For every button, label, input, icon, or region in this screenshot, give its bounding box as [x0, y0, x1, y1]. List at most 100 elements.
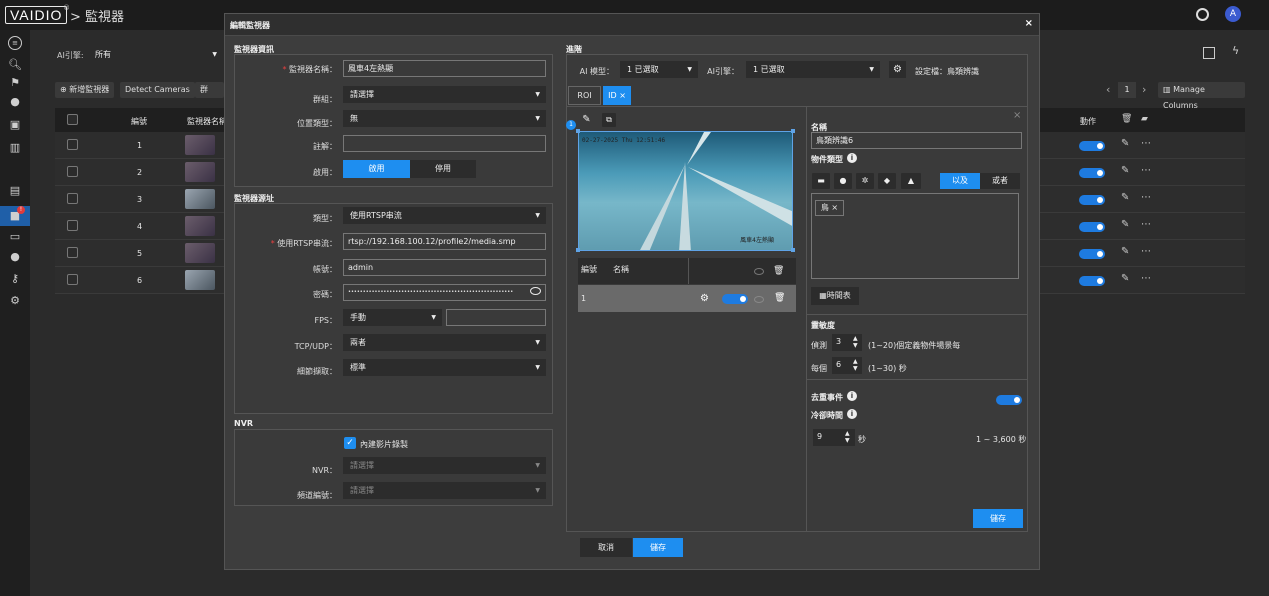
- key-icon[interactable]: ⚷: [4, 271, 26, 287]
- roi-row-toggle[interactable]: [722, 294, 748, 304]
- enable-off-button[interactable]: 停用: [410, 160, 476, 178]
- folder-header-icon[interactable]: ▰: [1141, 114, 1148, 124]
- person-icon[interactable]: ●: [834, 173, 852, 189]
- camera-thumbnail[interactable]: [185, 162, 215, 182]
- detail-name-input[interactable]: 鳥類辨識6: [811, 132, 1022, 149]
- bell-icon[interactable]: ●: [4, 94, 26, 110]
- tab-id[interactable]: ID ×: [603, 86, 631, 105]
- detect-cameras-button[interactable]: Detect Cameras: [120, 82, 195, 98]
- roi-handle-br[interactable]: [791, 248, 795, 252]
- manage-columns-button[interactable]: ▥ Manage Columns: [1158, 82, 1245, 110]
- users-icon[interactable]: ●: [4, 249, 26, 265]
- object-tag-bird[interactable]: 鳥 ×: [815, 200, 844, 216]
- edit-pencil-icon[interactable]: ✎: [1121, 273, 1129, 284]
- flame-icon[interactable]: ◆: [878, 173, 896, 189]
- lightning-icon[interactable]: ϟ: [1232, 44, 1239, 57]
- warning-icon[interactable]: ▲: [901, 173, 921, 189]
- camera-thumbnail[interactable]: [185, 216, 215, 236]
- tcp-udp-select[interactable]: 兩者 ▼: [343, 334, 546, 351]
- location-type-select[interactable]: 無 ▼: [343, 110, 546, 127]
- ai-model-select[interactable]: 1 已選取 ▼: [620, 61, 698, 78]
- camera-enable-toggle[interactable]: [1079, 168, 1105, 178]
- row-checkbox[interactable]: [67, 139, 78, 150]
- pencil-icon[interactable]: ✎: [580, 113, 593, 126]
- and-button[interactable]: 以及: [940, 173, 980, 189]
- schedule-button[interactable]: ▦時間表: [811, 287, 859, 305]
- edit-pencil-icon[interactable]: ✎: [1121, 138, 1129, 149]
- camera-preview-image[interactable]: 02-27-2025 Thu 12:51:46 風車4左熱顯: [578, 131, 793, 251]
- dedup-toggle[interactable]: [996, 395, 1022, 405]
- camera-enable-toggle[interactable]: [1079, 195, 1105, 205]
- roi-row-eye-icon[interactable]: [754, 296, 764, 303]
- more-options-icon[interactable]: ⋯: [1141, 273, 1151, 284]
- every-stepper-icon[interactable]: ▲ ▼: [853, 358, 858, 372]
- dedup-info-icon[interactable]: i: [847, 391, 857, 401]
- cooldown-stepper-icon[interactable]: ▲ ▼: [845, 430, 850, 444]
- detail-save-button[interactable]: 儲存: [973, 509, 1023, 528]
- edit-pencil-icon[interactable]: ✎: [1121, 246, 1129, 257]
- row-checkbox[interactable]: [67, 220, 78, 231]
- prev-page-icon[interactable]: ‹: [1106, 83, 1110, 96]
- row-checkbox[interactable]: [67, 193, 78, 204]
- copy-icon[interactable]: ⧉: [602, 113, 616, 127]
- camera-thumbnail[interactable]: [185, 270, 215, 290]
- detect-stepper-icon[interactable]: ▲ ▼: [853, 335, 858, 349]
- paw-icon[interactable]: ✲: [856, 173, 874, 189]
- tab-close-icon[interactable]: ×: [619, 91, 626, 100]
- page-number[interactable]: 1: [1118, 82, 1136, 98]
- engine-filter-select[interactable]: 所有 ▼: [88, 46, 223, 63]
- select-all-checkbox[interactable]: [67, 114, 78, 125]
- nvr-select[interactable]: 請選擇 ▼: [343, 457, 546, 474]
- save-button[interactable]: 儲存: [633, 538, 683, 557]
- add-camera-button[interactable]: ⊕ 新增監視器: [55, 82, 115, 98]
- group-select[interactable]: 請選擇 ▼: [343, 86, 546, 103]
- edit-pencil-icon[interactable]: ✎: [1121, 165, 1129, 176]
- face-scan-icon[interactable]: ▣: [4, 117, 26, 133]
- visibility-eye-icon[interactable]: [754, 268, 764, 275]
- account-input[interactable]: admin: [343, 259, 546, 276]
- object-type-info-icon[interactable]: i: [847, 153, 857, 163]
- export-icon[interactable]: [1203, 47, 1215, 59]
- row-checkbox[interactable]: [67, 166, 78, 177]
- ai-engine-select[interactable]: 1 已選取 ▼: [746, 61, 880, 78]
- document-icon[interactable]: ▤: [4, 183, 26, 199]
- trash-header-icon[interactable]: 🗑︎: [1121, 114, 1132, 124]
- camera-icon[interactable]: ■: [0, 206, 30, 226]
- detail-capture-select[interactable]: 標準 ▼: [343, 359, 546, 376]
- camera-thumbnail[interactable]: [185, 243, 215, 263]
- more-options-icon[interactable]: ⋯: [1141, 165, 1151, 176]
- camera-thumbnail[interactable]: [185, 189, 215, 209]
- cancel-button[interactable]: 取消: [580, 538, 632, 557]
- close-icon[interactable]: ×: [1025, 18, 1033, 29]
- more-options-icon[interactable]: ⋯: [1141, 138, 1151, 149]
- more-options-icon[interactable]: ⋯: [1141, 246, 1151, 257]
- roi-handle-tl[interactable]: [576, 129, 580, 133]
- trash-all-icon[interactable]: 🗑︎: [773, 266, 784, 276]
- group-button[interactable]: 群: [195, 82, 224, 98]
- edit-pencil-icon[interactable]: ✎: [1121, 192, 1129, 203]
- tab-roi[interactable]: ROI: [568, 86, 601, 105]
- row-checkbox[interactable]: [67, 247, 78, 258]
- camera-enable-toggle[interactable]: [1079, 249, 1105, 259]
- chart-icon[interactable]: ▥: [4, 140, 26, 156]
- vaidio-logo[interactable]: VAIDIO: [5, 6, 68, 24]
- more-options-icon[interactable]: ⋯: [1141, 219, 1151, 230]
- settings-gears-icon[interactable]: ⚙: [4, 293, 26, 309]
- channel-number-select[interactable]: 請選擇 ▼: [343, 482, 546, 499]
- note-input[interactable]: [343, 135, 546, 152]
- show-password-eye-icon[interactable]: [530, 287, 541, 295]
- user-avatar[interactable]: A: [1225, 6, 1241, 22]
- badge-icon[interactable]: ▭: [4, 229, 26, 245]
- builtin-recording-checkbox[interactable]: ✓: [344, 437, 356, 449]
- search-icon[interactable]: 🔍︎: [4, 57, 26, 73]
- camera-enable-toggle[interactable]: [1079, 141, 1105, 151]
- car-icon[interactable]: ▬: [812, 173, 830, 189]
- menu-icon[interactable]: ≡: [8, 36, 22, 50]
- roi-handle-bl[interactable]: [576, 248, 580, 252]
- cooldown-info-icon[interactable]: i: [847, 409, 857, 419]
- roi-handle-tr[interactable]: [791, 129, 795, 133]
- camera-name-input[interactable]: 風車4左熱顯: [343, 60, 546, 77]
- globe-icon[interactable]: [1196, 8, 1209, 21]
- row-checkbox[interactable]: [67, 274, 78, 285]
- more-options-icon[interactable]: ⋯: [1141, 192, 1151, 203]
